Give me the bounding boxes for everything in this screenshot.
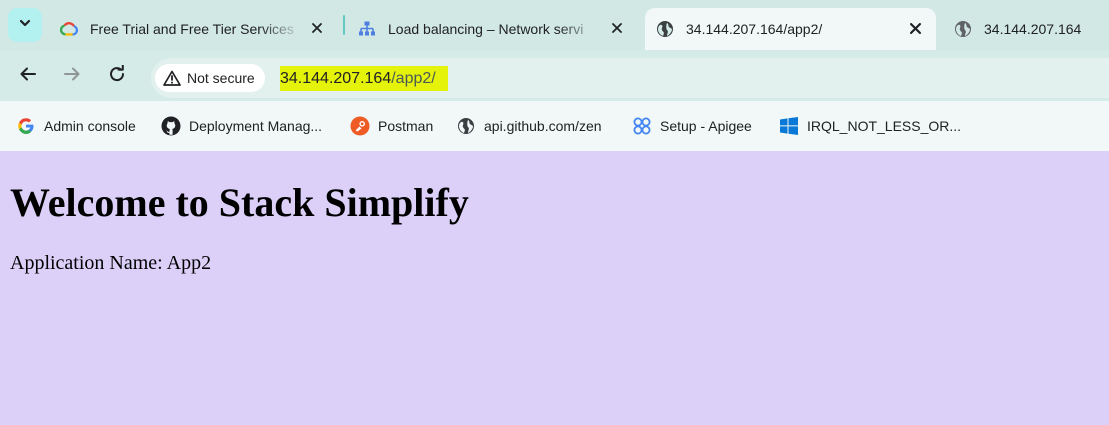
warning-icon	[163, 69, 181, 87]
tab-load-balancing[interactable]: Load balancing – Network servi	[346, 8, 638, 50]
tab-title: Load balancing – Network servi	[388, 21, 584, 37]
bookmark-label: IRQL_NOT_LESS_OR...	[807, 118, 962, 134]
reload-button[interactable]	[102, 61, 132, 91]
tab-search-button[interactable]	[8, 8, 42, 42]
url-text[interactable]: 34.144.207.164/app2/	[280, 66, 448, 91]
bookmark-label: Deployment Manag...	[189, 118, 323, 134]
tab-app2-active[interactable]: 34.144.207.164/app2/	[645, 8, 936, 50]
bookmark-apigee[interactable]: Setup - Apigee	[632, 115, 752, 137]
bookmark-admin-console[interactable]: Admin console	[16, 115, 136, 137]
reload-icon	[108, 64, 126, 88]
chevron-down-icon	[18, 16, 32, 35]
github-icon	[161, 116, 181, 136]
bookmark-label: Setup - Apigee	[660, 118, 752, 134]
not-secure-label: Not secure	[187, 70, 255, 86]
tab-title: 34.144.207.164	[984, 21, 1082, 37]
globe-icon	[456, 116, 476, 136]
site-security-chip[interactable]: Not secure	[155, 64, 265, 92]
tab-ip[interactable]: 34.144.207.164	[942, 8, 1109, 50]
url-path: /app2/	[391, 70, 436, 87]
close-tab-icon[interactable]	[906, 19, 924, 37]
bookmark-label: Postman	[378, 118, 434, 134]
url-host: 34.144.207.164	[280, 70, 392, 87]
windows-icon	[779, 116, 799, 136]
apigee-icon	[632, 116, 652, 136]
bookmark-irql[interactable]: IRQL_NOT_LESS_OR...	[779, 115, 961, 137]
globe-icon	[954, 20, 972, 38]
tab-separator	[343, 15, 345, 35]
tab-strip: Free Trial and Free Tier Services Load b…	[0, 0, 1109, 50]
tab-title: 34.144.207.164/app2/	[686, 21, 823, 37]
arrow-right-icon	[63, 65, 81, 88]
page-heading: Welcome to Stack Simplify	[10, 180, 469, 225]
bookmark-github-zen[interactable]: api.github.com/zen	[456, 115, 602, 137]
browser-toolbar: Not secure 34.144.207.164/app2/	[0, 50, 1109, 101]
bookmark-label: api.github.com/zen	[484, 118, 602, 134]
bookmark-postman[interactable]: Postman	[350, 115, 433, 137]
arrow-left-icon	[19, 65, 37, 88]
page-content: Welcome to Stack Simplify Application Na…	[0, 151, 1109, 425]
bookmarks-bar: Admin console Deployment Manag... Postma…	[0, 101, 1109, 151]
forward-button[interactable]	[57, 61, 87, 91]
application-name-text: Application Name: App2	[10, 252, 212, 274]
bookmark-deployment-manager[interactable]: Deployment Manag...	[161, 115, 322, 137]
tab-title: Free Trial and Free Tier Services	[90, 21, 294, 37]
close-tab-icon[interactable]	[608, 19, 626, 37]
bookmark-label: Admin console	[44, 118, 136, 134]
tab-free-trial[interactable]: Free Trial and Free Tier Services	[48, 8, 338, 50]
close-tab-icon[interactable]	[308, 19, 326, 37]
google-icon	[16, 116, 36, 136]
google-cloud-icon	[60, 20, 78, 38]
globe-icon	[656, 20, 674, 38]
postman-icon	[350, 116, 370, 136]
back-button[interactable]	[13, 61, 43, 91]
address-bar[interactable]: Not secure 34.144.207.164/app2/	[151, 58, 1109, 98]
load-balancer-icon	[358, 20, 376, 38]
